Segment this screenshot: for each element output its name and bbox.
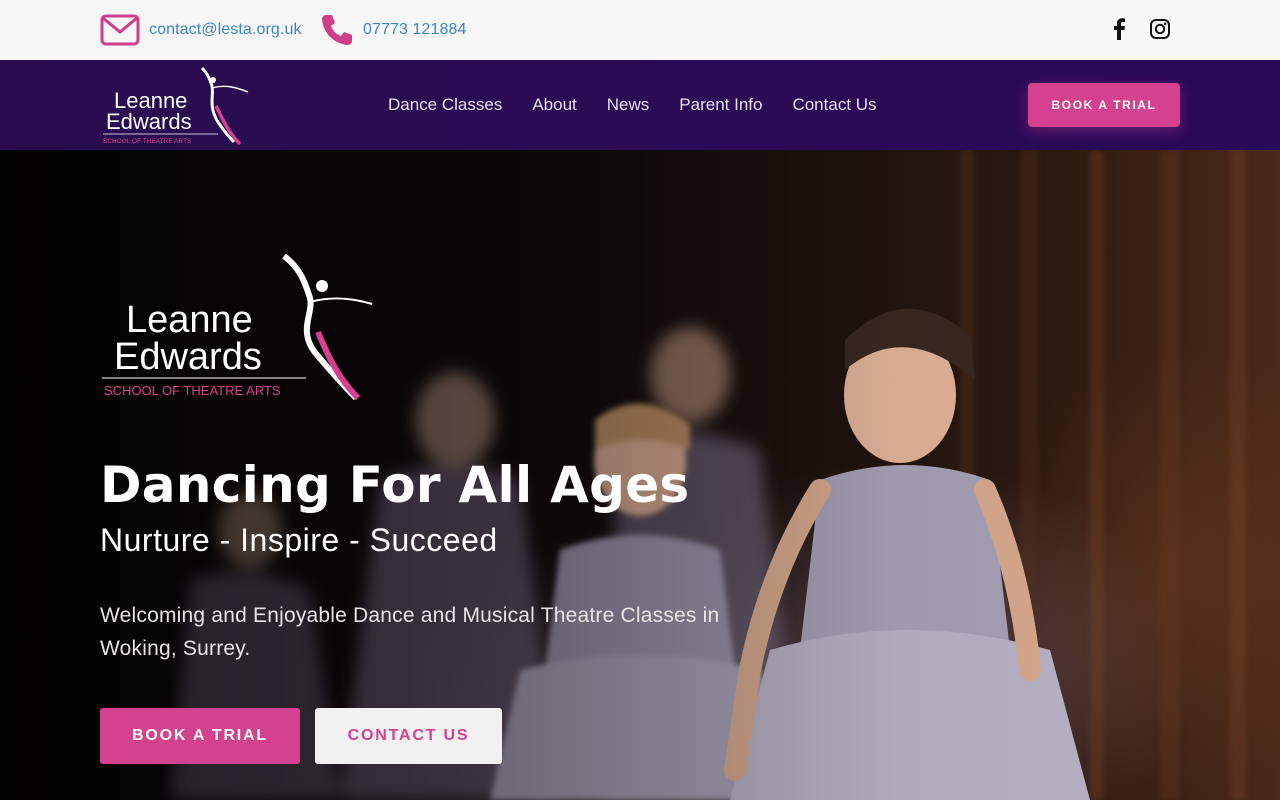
facebook-icon[interactable] [1110,18,1130,40]
phone-link[interactable]: 07773 121884 [363,21,467,39]
hero-section: Leanne Edwards SCHOOL OF THEATRE ARTS Da… [0,150,1280,800]
nav-contact-us[interactable]: Contact Us [792,95,876,115]
svg-text:Edwards: Edwards [106,109,192,134]
phone-contact[interactable]: 07773 121884 [320,0,467,60]
nav-book-trial-button[interactable]: BOOK A TRIAL [1028,83,1180,127]
nav-about[interactable]: About [532,95,576,115]
hero-subtitle: Nurture - Inspire - Succeed [100,522,498,558]
hero-description: Welcoming and Enjoyable Dance and Musica… [100,604,720,660]
svg-text:SCHOOL OF THEATRE ARTS: SCHOOL OF THEATRE ARTS [104,383,281,398]
main-navbar: Leanne Edwards SCHOOL OF THEATRE ARTS Da… [0,60,1280,150]
site-logo[interactable]: Leanne Edwards SCHOOL OF THEATRE ARTS [100,66,250,146]
instagram-icon[interactable] [1149,18,1171,40]
svg-text:Leanne: Leanne [126,299,253,341]
svg-text:Edwards: Edwards [114,336,262,378]
hero-title: Dancing For All Ages [100,456,690,514]
contact-us-button[interactable]: CONTACT US [315,708,502,764]
top-contact-bar: contact@lesta.org.uk 07773 121884 [0,0,1280,61]
svg-text:SCHOOL OF THEATRE ARTS: SCHOOL OF THEATRE ARTS [103,138,192,145]
phone-icon [322,15,352,45]
nav-dance-classes[interactable]: Dance Classes [388,95,502,115]
nav-parent-info[interactable]: Parent Info [679,95,762,115]
email-contact[interactable]: contact@lesta.org.uk [100,0,302,60]
envelope-icon [100,14,140,46]
primary-nav: Dance Classes About News Parent Info Con… [388,60,907,150]
nav-news[interactable]: News [607,95,650,115]
email-link[interactable]: contact@lesta.org.uk [149,21,302,39]
hero-logo: Leanne Edwards SCHOOL OF THEATRE ARTS [102,253,373,401]
book-trial-button[interactable]: BOOK A TRIAL [100,708,300,764]
